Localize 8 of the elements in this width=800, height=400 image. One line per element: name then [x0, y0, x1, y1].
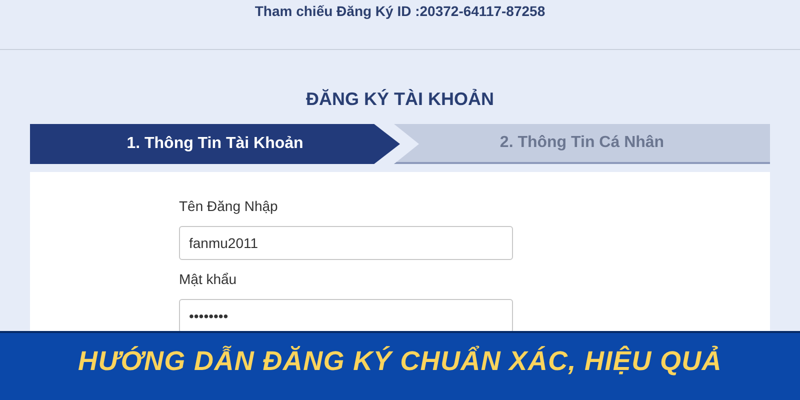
- step-tab[interactable]: 1. Thông Tin Tài Khoản: [30, 124, 400, 164]
- field-label: Tên Đăng Nhập: [179, 197, 278, 216]
- form-title: ĐĂNG KÝ TÀI KHOẢN: [306, 88, 494, 111]
- field-label: Mật khẩu: [179, 270, 237, 289]
- input-field[interactable]: ••••••••: [179, 299, 513, 333]
- reference-id: Tham chiếu Đăng Ký ID :20372-64117-87258: [254, 2, 546, 21]
- input-field[interactable]: fanmu2011: [179, 226, 513, 260]
- banner-heading: HƯỚNG DẪN ĐĂNG KÝ CHUẨN XÁC, HIỆU QUẢ: [78, 344, 722, 378]
